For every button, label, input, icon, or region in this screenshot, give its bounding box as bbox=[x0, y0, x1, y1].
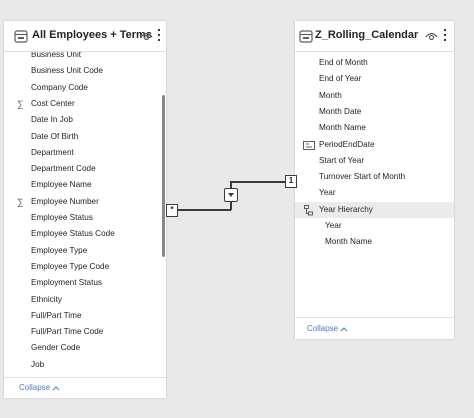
table-icon bbox=[299, 30, 313, 43]
field-row[interactable]: Business Unit Code bbox=[4, 63, 166, 79]
field-row[interactable]: Department bbox=[4, 145, 166, 161]
table-icon bbox=[14, 30, 28, 43]
field-row[interactable]: Employee Type Code bbox=[4, 259, 166, 275]
field-label: Job bbox=[31, 359, 45, 369]
field-row[interactable]: Start of Year bbox=[295, 153, 454, 169]
more-options-icon[interactable] bbox=[157, 28, 161, 42]
field-label: PeriodEndDate bbox=[319, 139, 375, 149]
field-label: Department Code bbox=[31, 164, 96, 174]
field-row[interactable]: Turnover Start of Month bbox=[295, 169, 454, 185]
field-row[interactable]: End of Year bbox=[295, 71, 454, 87]
field-label: Month bbox=[319, 90, 342, 100]
field-label: Month Name bbox=[319, 123, 366, 133]
field-row[interactable]: Month Name bbox=[295, 120, 454, 136]
table-card-all-employees[interactable]: All Employees + Terms Business Unit Busin… bbox=[4, 21, 166, 398]
field-label: Start of Year bbox=[319, 155, 365, 165]
chevron-up-icon bbox=[341, 327, 348, 332]
chevron-up-icon bbox=[53, 386, 60, 391]
eye-icon[interactable] bbox=[425, 31, 438, 42]
field-label: Employee Status bbox=[31, 213, 93, 222]
field-label: Full/Part Time bbox=[31, 310, 82, 320]
field-row[interactable]: Month bbox=[295, 88, 454, 104]
field-label: Employee Type bbox=[31, 245, 88, 255]
field-label: Date Of Birth bbox=[31, 131, 79, 141]
field-label: Ethnicity bbox=[31, 294, 62, 304]
relationship-line[interactable] bbox=[176, 209, 231, 211]
field-row[interactable]: Year bbox=[295, 185, 454, 201]
field-label: Turnover Start of Month bbox=[319, 172, 406, 182]
field-row[interactable]: ∑ Cost Center bbox=[4, 96, 166, 112]
sigma-icon: ∑ bbox=[17, 196, 24, 207]
field-row[interactable]: Employment Status bbox=[4, 275, 166, 291]
table-header[interactable]: Z_Rolling_Calendar bbox=[295, 21, 454, 52]
field-label: Year bbox=[325, 221, 342, 230]
sigma-icon: ∑ bbox=[17, 98, 24, 109]
filter-direction-icon[interactable] bbox=[224, 188, 238, 202]
field-row[interactable]: Full/Part Time Code bbox=[4, 324, 166, 340]
field-label: Cost Center bbox=[31, 98, 75, 108]
table-card-rolling-calendar[interactable]: Z_Rolling_Calendar End of Month End of Ye… bbox=[295, 21, 454, 339]
field-label: Company Code bbox=[31, 82, 88, 92]
eye-icon[interactable] bbox=[140, 31, 153, 42]
field-label: Year bbox=[319, 188, 336, 198]
field-list: Business Unit Business Unit Code Company C… bbox=[4, 52, 166, 375]
field-label: Business Unit Code bbox=[31, 66, 103, 76]
field-label: End of Year bbox=[319, 74, 362, 84]
field-label: End of Month bbox=[319, 58, 368, 67]
field-label: Month Name bbox=[325, 237, 372, 247]
field-label: Gender Code bbox=[31, 343, 81, 353]
table-header[interactable]: All Employees + Terms bbox=[4, 21, 166, 52]
field-row[interactable]: Ethnicity bbox=[4, 292, 166, 308]
many-cardinality-badge: * bbox=[166, 204, 178, 217]
field-label: Employee Status Code bbox=[31, 229, 115, 239]
scrollbar[interactable] bbox=[162, 95, 165, 257]
field-label: Employee Number bbox=[31, 196, 99, 206]
field-row[interactable]: Month Date bbox=[295, 104, 454, 120]
field-label: Business Unit bbox=[31, 52, 82, 59]
collapse-link[interactable]: Collapse bbox=[307, 324, 348, 333]
relationship-line[interactable] bbox=[230, 181, 285, 183]
field-row[interactable]: Job bbox=[4, 357, 166, 373]
field-row[interactable]: Gender Code bbox=[4, 340, 166, 356]
more-options-icon[interactable] bbox=[443, 28, 447, 42]
field-row[interactable]: Employee Status Code bbox=[4, 226, 166, 242]
table-title: All Employees + Terms bbox=[32, 29, 152, 41]
field-row[interactable]: PeriodEndDate bbox=[295, 137, 454, 153]
field-row[interactable]: Employee Type bbox=[4, 243, 166, 259]
field-row[interactable]: Business Unit bbox=[4, 52, 166, 63]
field-list: End of Month End of Year Month Month Date Mo… bbox=[295, 54, 454, 284]
field-label: Full/Part Time Code bbox=[31, 327, 104, 337]
collapse-label: Collapse bbox=[19, 383, 51, 392]
collapse-link[interactable]: Collapse bbox=[19, 383, 60, 392]
one-cardinality-badge: 1 bbox=[285, 175, 297, 188]
divider bbox=[295, 317, 454, 318]
field-row[interactable]: Department Code bbox=[4, 161, 166, 177]
field-label: Month Date bbox=[319, 106, 362, 116]
field-label: Employment Status bbox=[31, 278, 102, 288]
field-label: Year Hierarchy bbox=[319, 204, 373, 214]
field-row[interactable]: Employee Status bbox=[4, 210, 166, 226]
field-row[interactable]: Full/Part Time bbox=[4, 308, 166, 324]
field-row[interactable]: Year Hierarchy bbox=[295, 201, 454, 218]
field-label: Date In Job bbox=[31, 115, 73, 125]
field-row[interactable]: Month Name bbox=[295, 234, 454, 250]
collapse-label: Collapse bbox=[307, 324, 339, 333]
field-row[interactable]: Employee Name bbox=[4, 177, 166, 193]
calculated-column-icon bbox=[303, 140, 315, 150]
field-row[interactable]: Date Of Birth bbox=[4, 129, 166, 145]
field-label: Employee Name bbox=[31, 180, 92, 190]
field-label: Employee Type Code bbox=[31, 261, 110, 271]
field-row[interactable]: End of Month bbox=[295, 55, 454, 71]
field-row[interactable]: Company Code bbox=[4, 80, 166, 96]
field-row[interactable]: Year bbox=[295, 218, 454, 234]
hierarchy-icon bbox=[304, 204, 313, 216]
table-title: Z_Rolling_Calendar bbox=[315, 29, 419, 41]
divider bbox=[4, 377, 166, 378]
field-row[interactable]: Date In Job bbox=[4, 112, 166, 128]
field-row[interactable]: ∑ Employee Number bbox=[4, 194, 166, 210]
field-label: Department bbox=[31, 147, 74, 157]
